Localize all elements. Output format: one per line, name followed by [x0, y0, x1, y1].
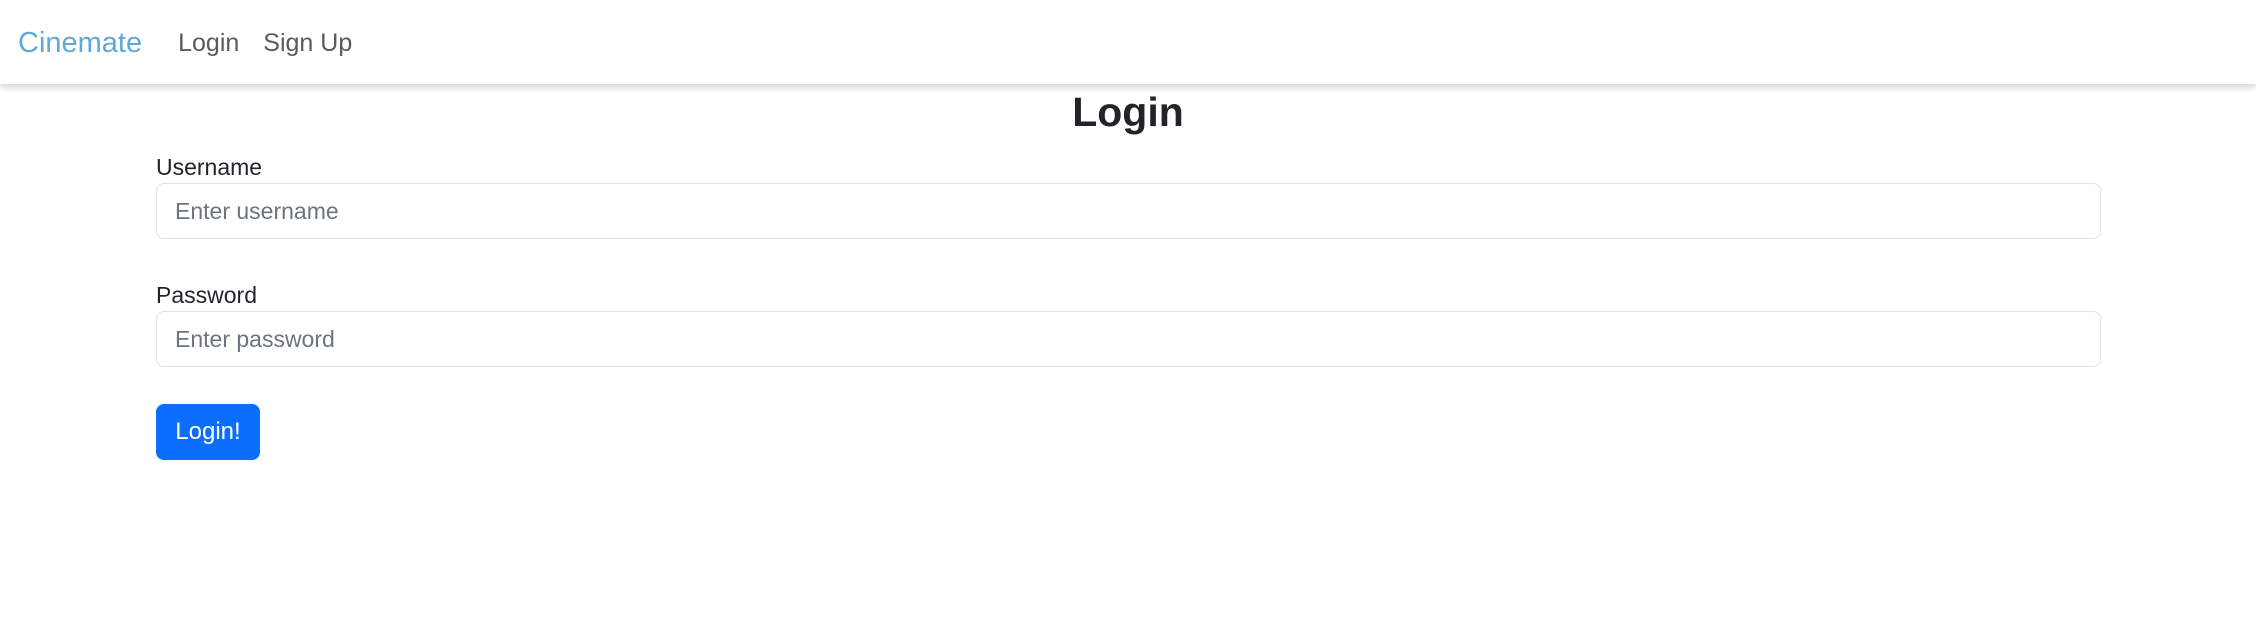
page-title: Login: [1072, 89, 1184, 135]
username-label: Username: [156, 154, 263, 180]
brand-link[interactable]: Cinemate: [18, 27, 142, 60]
nav-link-login[interactable]: Login: [178, 29, 239, 58]
password-label: Password: [156, 282, 257, 308]
username-input[interactable]: [156, 183, 2101, 239]
nav-link-sign-up[interactable]: Sign Up: [263, 29, 352, 58]
password-input[interactable]: [156, 311, 2101, 367]
login-submit-button[interactable]: Login!: [156, 404, 260, 460]
navbar: Cinemate Login Sign Up: [0, 0, 2256, 84]
